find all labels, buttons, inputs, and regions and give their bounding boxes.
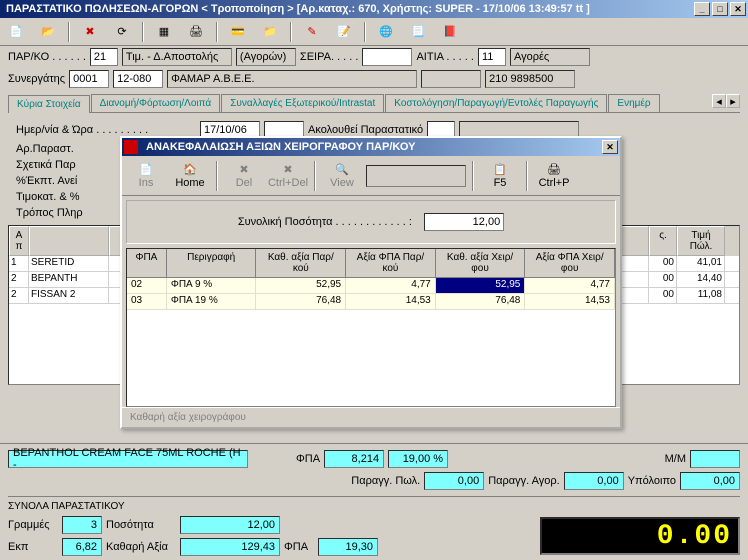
del-button: ✖Del xyxy=(224,158,264,194)
item-desc: BEPANTHOL CREAM FACE 75ML ROCHE (H - xyxy=(8,450,248,468)
book-icon[interactable]: 📕 xyxy=(438,21,462,43)
view-button: 🔍View xyxy=(322,158,362,194)
tab-scroll-left[interactable]: ◂ xyxy=(712,94,726,108)
window-title: ΠΑΡΑΣΤΑΤΙΚΟ ΠΩΛΗΣΕΩΝ-ΑΓΟΡΩΝ < Τροποποίησ… xyxy=(2,3,694,15)
tab-strip: Κύρια Στοιχεία Διανομή/Φόρτωση/Λοιπά Συν… xyxy=(8,94,740,113)
tab-scroll-right[interactable]: ▸ xyxy=(726,94,740,108)
tab-kyria[interactable]: Κύρια Στοιχεία xyxy=(8,95,90,113)
card-icon[interactable]: 💳 xyxy=(226,21,250,43)
modal-footer-label: Καθαρή αξία χειρογράφου xyxy=(122,407,620,427)
totals-title: ΣΥΝΟΛΑ ΠΑΡΑΣΤΑΤΙΚΟΥ xyxy=(8,501,740,512)
doc-icon[interactable]: 📃 xyxy=(406,21,430,43)
modal-icon xyxy=(124,140,138,154)
grid-icon[interactable]: ▦ xyxy=(152,21,176,43)
seira-input[interactable] xyxy=(362,48,412,66)
parko-desc: Τιμ. - Δ.Αποστολής xyxy=(122,48,232,66)
refresh-icon[interactable]: ⟳ xyxy=(110,21,134,43)
close-button[interactable]: ✕ xyxy=(730,2,746,16)
aitia-code-input[interactable]: 11 xyxy=(478,48,506,66)
maximize-button[interactable]: □ xyxy=(712,2,728,16)
tab-enimer[interactable]: Ενημέρ xyxy=(608,94,659,112)
synerg-phone: 210 9898500 xyxy=(485,70,575,88)
print-icon[interactable]: 🖨 xyxy=(184,21,208,43)
view-input xyxy=(366,165,466,187)
parko-code-input[interactable]: 21 xyxy=(90,48,118,66)
note-icon[interactable]: 📝 xyxy=(332,21,356,43)
new-icon[interactable]: 📄 xyxy=(4,21,28,43)
arparast-label: Αρ.Παραστ. xyxy=(16,143,74,155)
main-titlebar: ΠΑΡΑΣΤΑΤΙΚΟ ΠΩΛΗΣΕΩΝ-ΑΓΟΡΩΝ < Τροποποίησ… xyxy=(0,0,748,18)
akol-label: Ακολουθεί Παραστατικό xyxy=(308,124,423,136)
aitia-desc: Αγορές xyxy=(510,48,590,66)
home-button[interactable]: 🏠Home xyxy=(170,158,210,194)
ctrldel-button: ✖Ctrl+Del xyxy=(268,158,308,194)
synerg-label: Συνεργάτης xyxy=(8,73,65,85)
minimize-button[interactable]: _ xyxy=(694,2,710,16)
f5-button[interactable]: 📋F5 xyxy=(480,158,520,194)
tab-intrastat[interactable]: Συναλλαγές Εξωτερικού/Intrastat xyxy=(221,94,384,112)
lcd-display: 0.00 xyxy=(540,517,740,555)
tab-dianomi[interactable]: Διανομή/Φόρτωση/Λοιπά xyxy=(91,94,221,112)
seira-label: ΣΕΙΡΑ. . . . . xyxy=(300,51,359,63)
vat-grid[interactable]: ΦΠΑ Περιγραφή Καθ. αξία Παρ/κού Αξία ΦΠΑ… xyxy=(126,248,616,407)
fpa-pct: 19,00 % xyxy=(388,450,448,468)
modal-close-button[interactable]: ✕ xyxy=(602,140,618,154)
qty-label: Συνολική Ποσότητα . . . . . . . . . . . … xyxy=(238,216,412,228)
open-folder-icon[interactable]: 📁 xyxy=(258,21,282,43)
synerg-name: ΦΑΜΑΡ Α.Β.Ε.Ε. xyxy=(167,70,417,88)
ctrlp-button[interactable]: 🖨Ctrl+P xyxy=(534,158,574,194)
parko-type: (Αγορών) xyxy=(236,48,296,66)
sxetika-label: Σχετικά Παρ xyxy=(16,159,76,171)
main-toolbar: 📄 📂 ✖ ⟳ ▦ 🖨 💳 📁 ✎ 📝 🌐 📃 📕 xyxy=(0,18,748,46)
tropos-label: Τρόπος Πληρ xyxy=(16,207,83,219)
ins-button: 📄Ins xyxy=(126,158,166,194)
modal-title: ΑΝΑΚΕΦΑΛΑΙΩΣΗ ΑΞΙΩΝ ΧΕΙΡΟΓΡΑΦΟΥ ΠΑΡ/ΚΟΥ xyxy=(142,141,602,153)
date-label: Ημερ/νία & Ώρα . . . . . . . . . xyxy=(16,124,196,136)
synerg-code1-input[interactable]: 0001 xyxy=(69,70,109,88)
parko-label: ΠΑΡ/ΚΟ . . . . . . xyxy=(8,51,86,63)
globe-icon[interactable]: 🌐 xyxy=(374,21,398,43)
delete-icon[interactable]: ✖ xyxy=(78,21,102,43)
summary-modal: ΑΝΑΚΕΦΑΛΑΙΩΣΗ ΑΞΙΩΝ ΧΕΙΡΟΓΡΑΦΟΥ ΠΑΡ/ΚΟΥ … xyxy=(120,136,622,429)
fpa-val: 8,214 xyxy=(324,450,384,468)
folder-icon[interactable]: 📂 xyxy=(36,21,60,43)
selected-cell[interactable]: 52,95 xyxy=(436,278,526,293)
qty-input[interactable]: 12,00 xyxy=(424,213,504,231)
aitia-label: ΑΙΤΙΑ . . . . . xyxy=(416,51,473,63)
tab-kostologisi[interactable]: Κοστολόγηση/Παραγωγή/Εντολές Παραγωγής xyxy=(385,94,607,112)
ekpt-label: %Έκπτ. Ανεί xyxy=(16,175,77,187)
synerg-code2-input[interactable]: 12-080 xyxy=(113,70,163,88)
timokat-label: Τιμοκατ. & % xyxy=(16,191,80,203)
pencil-icon[interactable]: ✎ xyxy=(300,21,324,43)
